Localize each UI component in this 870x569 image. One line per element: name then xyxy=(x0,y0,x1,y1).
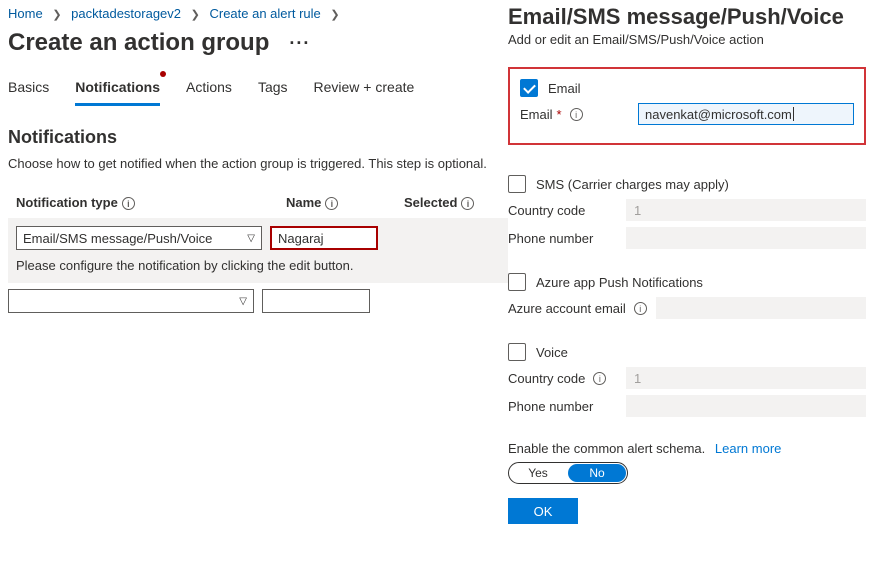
page-title: Create an action group ··· xyxy=(8,29,508,57)
section-title: Notifications xyxy=(8,127,508,148)
schema-section: Enable the common alert schema. Learn mo… xyxy=(508,441,870,484)
sms-phone-label: Phone number xyxy=(508,231,618,246)
notification-name-input-empty[interactable] xyxy=(262,289,370,313)
ok-button[interactable]: OK xyxy=(508,498,578,524)
tab-basics[interactable]: Basics xyxy=(8,71,49,106)
push-email-input[interactable] xyxy=(656,297,866,319)
tab-notifications[interactable]: Notifications xyxy=(75,71,160,106)
voice-checkbox[interactable] xyxy=(508,343,526,361)
panel-subtitle: Add or edit an Email/SMS/Push/Voice acti… xyxy=(508,32,870,47)
sms-checkbox[interactable] xyxy=(508,175,526,193)
sms-country-code-label: Country code xyxy=(508,203,618,218)
tab-tags[interactable]: Tags xyxy=(258,71,288,106)
learn-more-link[interactable]: Learn more xyxy=(715,441,781,456)
breadcrumb-alertrule[interactable]: Create an alert rule xyxy=(209,6,320,21)
info-icon[interactable]: i xyxy=(122,197,135,210)
push-email-label: Azure account email i xyxy=(508,301,648,316)
schema-toggle-yes[interactable]: Yes xyxy=(509,463,567,483)
chevron-right-icon: ❯ xyxy=(52,9,61,21)
tabs: Basics Notifications Actions Tags Review… xyxy=(8,71,508,107)
chevron-right-icon: ❯ xyxy=(330,9,339,21)
chevron-right-icon: ❯ xyxy=(191,9,200,21)
breadcrumb: Home ❯ packtadestoragev2 ❯ Create an ale… xyxy=(8,4,508,27)
more-menu-icon[interactable]: ··· xyxy=(289,33,310,54)
info-icon[interactable]: i xyxy=(593,372,606,385)
notifications-rows: Email/SMS message/Push/Voice ▽ Nagaraj P… xyxy=(8,218,508,283)
email-field-label: Email * i xyxy=(520,107,630,122)
breadcrumb-home[interactable]: Home xyxy=(8,6,43,21)
tab-review[interactable]: Review + create xyxy=(314,71,415,106)
info-icon[interactable]: i xyxy=(634,302,647,315)
voice-checkbox-label: Voice xyxy=(536,345,568,360)
chevron-down-icon: ▽ xyxy=(239,296,247,307)
schema-toggle[interactable]: Yes No xyxy=(508,462,628,484)
section-desc: Choose how to get notified when the acti… xyxy=(8,156,508,171)
push-checkbox-label: Azure app Push Notifications xyxy=(536,275,703,290)
info-icon[interactable]: i xyxy=(570,108,583,121)
sms-checkbox-label: SMS (Carrier charges may apply) xyxy=(536,177,729,192)
panel-title: Email/SMS message/Push/Voice xyxy=(508,0,870,30)
info-icon[interactable]: i xyxy=(325,197,338,210)
info-icon[interactable]: i xyxy=(461,197,474,210)
table-row-empty: ▽ xyxy=(8,289,508,313)
notification-type-select[interactable]: Email/SMS message/Push/Voice ▽ xyxy=(16,226,262,250)
push-checkbox[interactable] xyxy=(508,273,526,291)
table-header: Notification typei Namei Selectedi xyxy=(8,195,508,218)
voice-country-code-input[interactable]: 1 xyxy=(626,367,866,389)
notification-name-input[interactable]: Nagaraj xyxy=(270,226,378,250)
email-checkbox-label: Email xyxy=(548,81,581,96)
sms-phone-input[interactable] xyxy=(626,227,866,249)
voice-country-code-label: Country code i xyxy=(508,371,618,386)
breadcrumb-storage[interactable]: packtadestoragev2 xyxy=(71,6,181,21)
voice-phone-input[interactable] xyxy=(626,395,866,417)
config-message: Please configure the notification by cli… xyxy=(16,258,500,273)
table-row: Email/SMS message/Push/Voice ▽ Nagaraj xyxy=(16,226,500,250)
schema-toggle-no[interactable]: No xyxy=(568,464,626,482)
highlight-box: Email Email * i navenkat@microsoft.com xyxy=(508,67,866,145)
tab-error-dot-icon xyxy=(160,71,166,77)
notification-type-select-empty[interactable]: ▽ xyxy=(8,289,254,313)
email-input[interactable]: navenkat@microsoft.com xyxy=(638,103,854,125)
chevron-down-icon: ▽ xyxy=(247,233,255,244)
voice-phone-label: Phone number xyxy=(508,399,618,414)
email-checkbox[interactable] xyxy=(520,79,538,97)
sms-country-code-input[interactable]: 1 xyxy=(626,199,866,221)
tab-actions[interactable]: Actions xyxy=(186,71,232,106)
